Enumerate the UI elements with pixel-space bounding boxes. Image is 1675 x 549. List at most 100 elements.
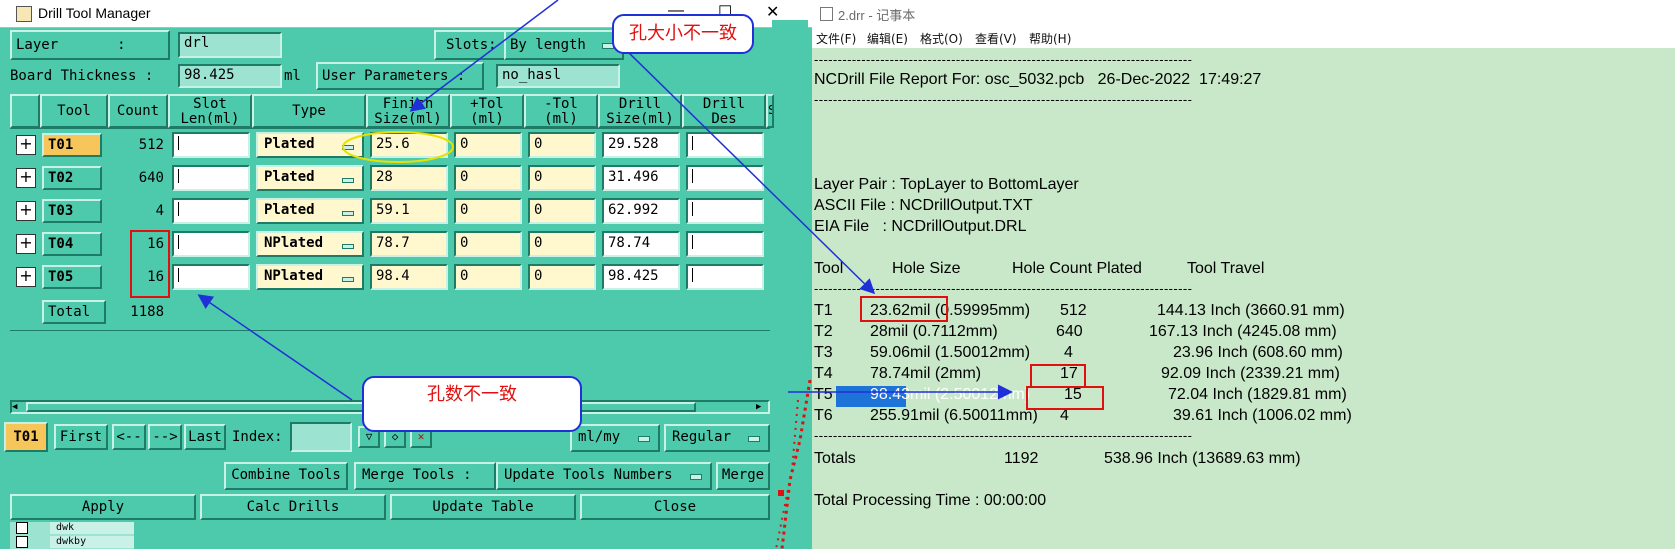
- expand-icon[interactable]: +: [16, 234, 36, 254]
- drill-size-input[interactable]: 78.74: [602, 231, 680, 257]
- type-dropdown[interactable]: NPlated: [256, 264, 364, 290]
- report-travel: 167.13 Inch (4245.08 mm): [1149, 323, 1337, 340]
- merge-tools-label: Merge Tools :: [354, 462, 496, 490]
- tool-button[interactable]: T03: [42, 199, 102, 223]
- plus-tol-input[interactable]: 0: [454, 165, 522, 191]
- tool-button[interactable]: T02: [42, 166, 102, 190]
- tool-count: 4: [155, 203, 164, 219]
- minus-tol-input[interactable]: 0: [528, 264, 596, 290]
- size-mismatch-callout: 孔大小不一致: [612, 14, 754, 54]
- count-highlight-box: [130, 230, 170, 298]
- drill-tool-manager-window: Drill Tool Manager — ☐ ✕ Layer : drl Slo…: [0, 0, 812, 549]
- slot-len-input[interactable]: [172, 231, 250, 257]
- layer-input[interactable]: drl: [178, 32, 282, 58]
- tool-button[interactable]: T04: [42, 232, 102, 256]
- layer-item-dwkby[interactable]: dwkby: [50, 536, 146, 548]
- drill-size-input[interactable]: 62.992: [602, 198, 680, 224]
- update-tools-numbers-dropdown[interactable]: Update Tools Numbers: [496, 462, 712, 490]
- finish-size-input[interactable]: 78.7: [370, 231, 448, 257]
- close-button[interactable]: Close: [580, 494, 770, 520]
- board-thickness-input[interactable]: 98.425: [178, 64, 282, 88]
- last-button[interactable]: Last: [184, 424, 226, 450]
- report-tool: T4: [814, 365, 833, 382]
- combine-tools-button[interactable]: Combine Tools: [224, 462, 348, 490]
- menu-help[interactable]: 帮助(H): [1029, 30, 1071, 47]
- minus-tol-input[interactable]: 0: [528, 132, 596, 158]
- close-window-button[interactable]: ✕: [766, 2, 779, 22]
- expand-icon[interactable]: +: [16, 201, 36, 221]
- prev-button[interactable]: <--: [112, 424, 146, 450]
- user-parameters-input[interactable]: no_hasl: [496, 64, 620, 88]
- report-count: 4: [1064, 344, 1073, 361]
- calc-drills-button[interactable]: Calc Drills: [200, 494, 386, 520]
- header-s: S: [766, 94, 774, 128]
- col-tool-travel: Tool Travel: [1187, 260, 1265, 277]
- finish-size-input[interactable]: 59.1: [370, 198, 448, 224]
- plus-tol-input[interactable]: 0: [454, 264, 522, 290]
- layer-label: Layer :: [10, 30, 170, 60]
- menu-file[interactable]: 文件(F): [816, 30, 856, 47]
- scroll-left-icon[interactable]: ◀: [12, 402, 24, 412]
- plus-tol-input[interactable]: 0: [454, 198, 522, 224]
- report-travel: 39.61 Inch (1006.02 mm): [1173, 407, 1352, 424]
- slot-len-input[interactable]: [172, 165, 250, 191]
- next-button[interactable]: -->: [148, 424, 182, 450]
- drill-des-input[interactable]: [686, 132, 764, 158]
- drill-size-input[interactable]: 98.425: [602, 264, 680, 290]
- index-input[interactable]: [290, 422, 352, 452]
- notepad-window: 2.drr - 记事本 文件(F) 编辑(E) 格式(O) 查看(V) 帮助(H…: [812, 0, 1675, 549]
- slots-label: Slots:: [434, 30, 514, 60]
- tool-button[interactable]: T05: [42, 265, 102, 289]
- grid-line: [10, 330, 770, 331]
- drill-size-input[interactable]: 31.496: [602, 165, 680, 191]
- slot-len-input[interactable]: [172, 264, 250, 290]
- plus-tol-input[interactable]: 0: [454, 231, 522, 257]
- report-title: NCDrill File Report For: osc_5032.pcb 26…: [814, 71, 1262, 88]
- expand-icon[interactable]: +: [16, 135, 36, 155]
- menu-format[interactable]: 格式(O): [920, 30, 963, 47]
- slot-len-input[interactable]: [172, 198, 250, 224]
- slots-dropdown[interactable]: By length: [504, 30, 624, 60]
- header-expand: [10, 94, 40, 128]
- mode-dropdown[interactable]: Regular: [664, 424, 770, 452]
- units-dropdown[interactable]: ml/my: [570, 424, 660, 452]
- minus-tol-input[interactable]: 0: [528, 231, 596, 257]
- slot-len-input[interactable]: [172, 132, 250, 158]
- menu-edit[interactable]: 编辑(E): [867, 30, 908, 47]
- col-tool: Tool: [814, 260, 844, 277]
- first-button[interactable]: First: [54, 424, 108, 450]
- processing-time: Total Processing Time : 00:00:00: [814, 492, 1047, 509]
- merge-button[interactable]: Merge: [716, 462, 770, 490]
- type-dropdown[interactable]: NPlated: [256, 231, 364, 257]
- expand-icon[interactable]: +: [16, 267, 36, 287]
- finish-size-highlight-ellipse: [342, 131, 454, 163]
- minus-tol-input[interactable]: 0: [528, 165, 596, 191]
- layer-checkbox[interactable]: [16, 536, 28, 548]
- plus-tol-input[interactable]: 0: [454, 132, 522, 158]
- expand-icon[interactable]: +: [16, 168, 36, 188]
- scroll-right-icon[interactable]: ▶: [756, 402, 768, 412]
- board-thickness-label: Board Thickness :: [10, 68, 154, 84]
- report-size: 255.91mil (6.50011mm): [870, 407, 1038, 424]
- user-parameters-label: User Parameters :: [316, 62, 484, 90]
- separator-line: ----------------------------------------…: [814, 428, 1193, 443]
- drill-size-input[interactable]: 29.528: [602, 132, 680, 158]
- menu-view[interactable]: 查看(V): [975, 30, 1017, 47]
- layer-item-dwk[interactable]: dwk: [50, 522, 146, 534]
- type-dropdown[interactable]: Plated: [256, 198, 364, 224]
- tool-button[interactable]: T01: [42, 133, 102, 157]
- count-mismatch-callout: 孔数不一致: [362, 376, 582, 432]
- drill-des-input[interactable]: [686, 264, 764, 290]
- scroll-thumb[interactable]: [26, 402, 696, 412]
- finish-size-input[interactable]: 98.4: [370, 264, 448, 290]
- separator-line: ----------------------------------------…: [814, 92, 1193, 107]
- update-table-button[interactable]: Update Table: [390, 494, 576, 520]
- layer-checkbox[interactable]: [16, 522, 28, 534]
- minus-tol-input[interactable]: 0: [528, 198, 596, 224]
- header-type: Type: [252, 94, 366, 128]
- drill-des-input[interactable]: [686, 231, 764, 257]
- apply-button[interactable]: Apply: [10, 494, 196, 520]
- current-tool-indicator: T01: [4, 422, 48, 452]
- drill-des-input[interactable]: [686, 165, 764, 191]
- drill-des-input[interactable]: [686, 198, 764, 224]
